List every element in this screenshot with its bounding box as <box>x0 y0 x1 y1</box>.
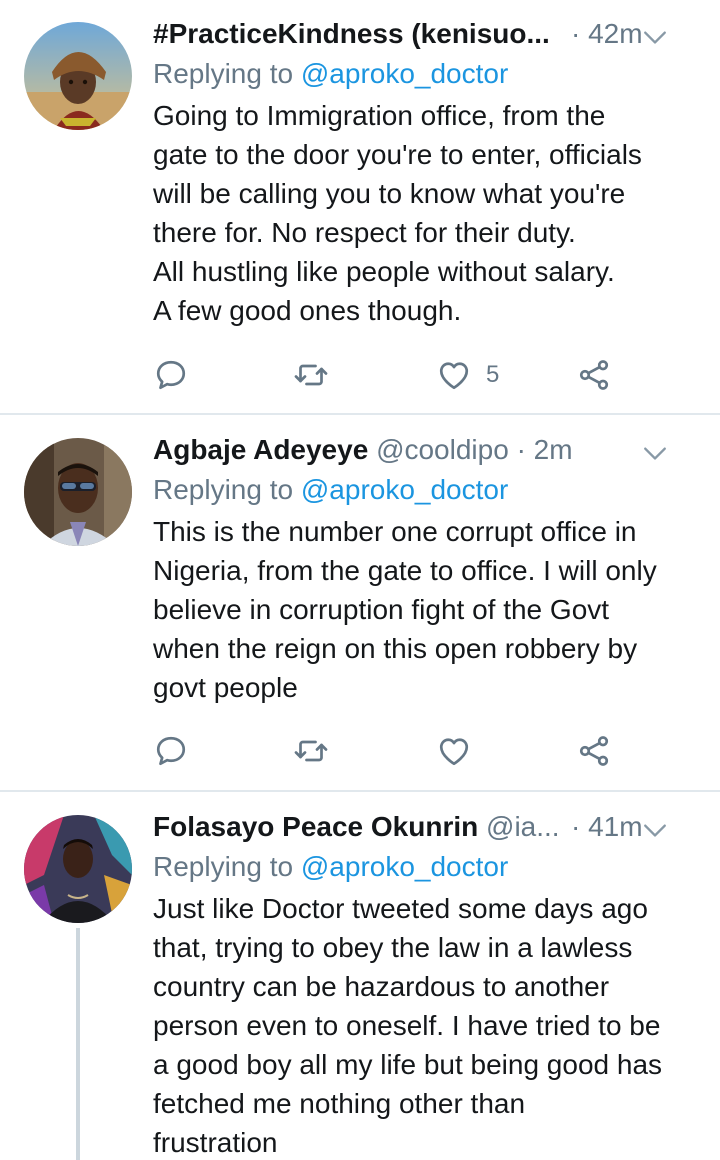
tweet-text: Just like Doctor tweeted some days ago t… <box>153 893 663 1158</box>
like-button[interactable]: 5 <box>436 355 499 395</box>
chevron-down-icon[interactable] <box>642 440 668 466</box>
share-icon <box>579 360 609 390</box>
retweet-icon <box>294 364 328 386</box>
avatar[interactable] <box>24 22 132 130</box>
avatar[interactable] <box>24 438 132 546</box>
share-icon <box>579 736 609 766</box>
replying-label: Replying to <box>153 851 301 882</box>
reply-button[interactable] <box>153 355 189 395</box>
display-name[interactable]: #PracticeKindness (kenisuo... <box>153 18 550 50</box>
display-name-text: Folasayo Peace Okunrin <box>153 811 479 842</box>
tweet[interactable]: Folasayo Peace Okunrin @ia... · 41m Repl… <box>0 792 720 1160</box>
tweet[interactable]: Agbaje Adeyeye @cooldipo · 2m Replying t… <box>0 415 720 791</box>
tweet-text: Going to Immigration office, from the ga… <box>153 100 642 326</box>
timestamp[interactable]: · 42m <box>571 18 643 50</box>
tweet-text: This is the number one corrupt office in… <box>153 516 657 703</box>
reply-button[interactable] <box>153 731 189 771</box>
retweet-icon <box>294 740 328 762</box>
reply-icon <box>156 736 186 766</box>
reply-mention-link[interactable]: @aproko_doctor <box>301 58 508 89</box>
share-button[interactable] <box>576 355 612 395</box>
display-name-text: Agbaje Adeyeye <box>153 434 369 465</box>
heart-icon <box>439 362 469 390</box>
thread-connector <box>76 928 80 1160</box>
retweet-button[interactable] <box>293 731 329 771</box>
replying-label: Replying to <box>153 474 301 505</box>
heart-icon <box>439 738 469 766</box>
display-name[interactable]: Folasayo Peace Okunrin @ia... <box>153 811 560 843</box>
chevron-down-icon[interactable] <box>642 817 668 843</box>
timestamp[interactable]: · 2m <box>517 434 573 465</box>
replying-label: Replying to <box>153 58 301 89</box>
avatar[interactable] <box>24 815 132 923</box>
avatar-image <box>24 22 132 130</box>
user-handle[interactable]: @cooldipo <box>376 434 509 465</box>
display-name[interactable]: Agbaje Adeyeye @cooldipo · 2m <box>153 434 573 466</box>
reply-mention-link[interactable]: @aproko_doctor <box>301 474 508 505</box>
user-handle[interactable]: @ia... <box>486 811 560 842</box>
reply-mention-link[interactable]: @aproko_doctor <box>301 851 508 882</box>
avatar-image <box>24 815 132 923</box>
share-button[interactable] <box>576 731 612 771</box>
timestamp[interactable]: · 41m <box>571 811 643 843</box>
avatar-image <box>24 438 132 546</box>
retweet-button[interactable] <box>293 355 329 395</box>
chevron-down-icon[interactable] <box>642 24 668 50</box>
tweet-feed: #PracticeKindness (kenisuo... · 42m Repl… <box>0 0 720 1160</box>
like-button[interactable] <box>436 731 472 771</box>
tweet-actions: 5 <box>153 355 623 395</box>
tweet[interactable]: #PracticeKindness (kenisuo... · 42m Repl… <box>0 0 720 414</box>
like-count: 5 <box>486 361 500 388</box>
tweet-actions <box>153 731 623 771</box>
reply-icon <box>156 360 186 390</box>
